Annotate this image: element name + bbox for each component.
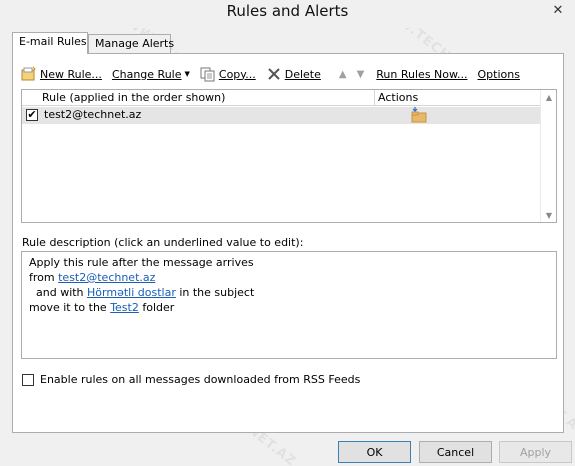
sender-address-link[interactable]: test2@technet.az	[58, 271, 155, 284]
rule-description-box: Apply this rule after the message arrive…	[21, 251, 557, 359]
apply-label: Apply	[519, 445, 552, 459]
move-to-folder-icon	[411, 107, 427, 123]
new-rule-button[interactable]: New Rule...	[21, 64, 102, 84]
delete-icon	[266, 66, 282, 82]
description-line: Apply this rule after the message arrive…	[29, 255, 549, 270]
description-text: Apply this rule after the message arrive…	[29, 256, 254, 269]
close-icon: ✕	[552, 2, 564, 18]
arrow-up-icon: ▲	[338, 68, 347, 80]
options-button[interactable]: Options	[477, 64, 519, 84]
title-bar: Rules and Alerts ✕	[0, 0, 575, 28]
description-text: folder	[138, 301, 175, 314]
new-rule-icon	[21, 66, 37, 82]
move-up-button[interactable]: ▲	[339, 64, 347, 84]
rules-list-header: Rule (applied in the order shown) Action…	[22, 90, 540, 106]
cancel-button[interactable]: Cancel	[419, 441, 492, 463]
tab-label: Manage Alerts	[95, 37, 175, 50]
description-text: move it to the	[29, 301, 111, 314]
copy-icon	[200, 66, 216, 82]
window-title: Rules and Alerts	[226, 2, 349, 20]
ok-button[interactable]: OK	[338, 441, 411, 463]
rule-description-label: Rule description (click an underlined va…	[22, 236, 304, 249]
rule-row[interactable]: ✔ test2@technet.az	[22, 107, 540, 124]
scroll-down-button[interactable]: ▼	[541, 208, 557, 222]
cancel-label: Cancel	[436, 445, 475, 459]
description-line: from test2@technet.az	[29, 270, 549, 285]
close-button[interactable]: ✕	[547, 0, 569, 20]
chevron-down-icon: ▼	[545, 210, 553, 220]
change-rule-button[interactable]: Change Rule ▼	[112, 64, 190, 84]
tab-email-rules[interactable]: E-mail Rules	[12, 32, 88, 54]
run-rules-now-label: Run Rules Now...	[376, 67, 468, 81]
tab-manage-alerts[interactable]: Manage Alerts	[88, 34, 175, 54]
column-header-rule[interactable]: Rule (applied in the order shown)	[42, 91, 372, 105]
copy-button[interactable]: Copy...	[200, 64, 256, 84]
rules-list-scrollbar[interactable]: ▲ ▼	[540, 90, 556, 222]
change-rule-label: Change Rule	[111, 67, 182, 81]
scroll-up-button[interactable]: ▲	[541, 90, 557, 104]
ok-label: OK	[366, 445, 383, 459]
email-rules-panel: New Rule... Change Rule ▼ Copy... Delete…	[12, 53, 564, 433]
chevron-up-icon: ▲	[545, 92, 553, 102]
chevron-down-icon: ▼	[184, 70, 190, 78]
run-rules-now-button[interactable]: Run Rules Now...	[376, 64, 467, 84]
rss-option-label: Enable rules on all messages downloaded …	[40, 373, 361, 386]
description-text: from	[29, 271, 59, 284]
delete-label: Delete	[284, 67, 321, 81]
rss-option[interactable]: Enable rules on all messages downloaded …	[22, 373, 360, 386]
rss-checkbox[interactable]	[22, 373, 34, 386]
apply-button[interactable]: Apply	[499, 441, 572, 463]
target-folder-link[interactable]: Test2	[110, 301, 139, 314]
new-rule-label: New Rule...	[40, 67, 102, 81]
delete-button[interactable]: Delete	[266, 64, 321, 84]
arrow-down-icon: ▼	[356, 68, 365, 80]
rule-name: test2@technet.az	[44, 108, 142, 121]
description-line: and with Hörmətli dostlar in the subject	[29, 285, 549, 300]
rules-list[interactable]: Rule (applied in the order shown) Action…	[21, 89, 557, 223]
column-header-actions[interactable]: Actions	[374, 90, 540, 106]
copy-label: Copy...	[218, 67, 256, 81]
move-down-button[interactable]: ▼	[357, 64, 365, 84]
description-text: and with	[36, 286, 88, 299]
description-line: move it to the Test2 folder	[29, 300, 549, 315]
tab-label: E-mail Rules	[19, 35, 87, 48]
description-text: in the subject	[175, 286, 255, 299]
rules-toolbar: New Rule... Change Rule ▼ Copy... Delete…	[21, 64, 530, 84]
rule-enabled-checkbox[interactable]: ✔	[26, 109, 38, 121]
options-label: Options	[477, 67, 520, 81]
subject-words-link[interactable]: Hörmətli dostlar	[87, 286, 176, 299]
